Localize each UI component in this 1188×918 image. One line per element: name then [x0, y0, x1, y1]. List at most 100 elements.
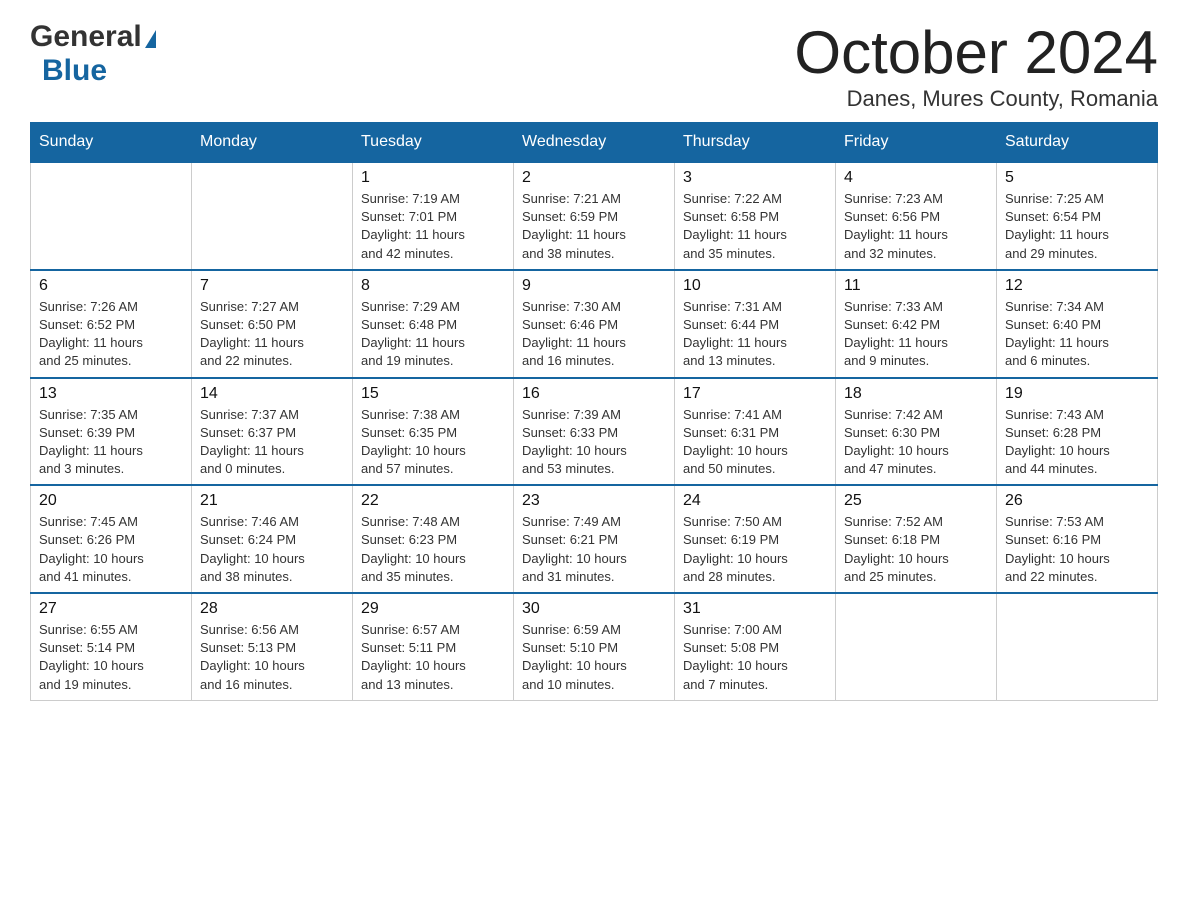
day-info: Sunrise: 6:56 AM Sunset: 5:13 PM Dayligh…	[200, 621, 344, 694]
day-info: Sunrise: 7:29 AM Sunset: 6:48 PM Dayligh…	[361, 298, 505, 371]
day-number: 5	[1005, 169, 1149, 187]
day-info: Sunrise: 7:34 AM Sunset: 6:40 PM Dayligh…	[1005, 298, 1149, 371]
day-number: 13	[39, 385, 183, 403]
day-number: 28	[200, 600, 344, 618]
day-number: 10	[683, 277, 827, 295]
day-number: 24	[683, 492, 827, 510]
calendar-week-row: 20 Sunrise: 7:45 AM Sunset: 6:26 PM Dayli…	[31, 485, 1158, 593]
table-row: 1Sunrise: 7:19 AM Sunset: 7:01 PM Daylig…	[353, 162, 514, 270]
location-title: Danes, Mures County, Romania	[794, 86, 1158, 112]
day-number: 16	[522, 385, 666, 403]
day-info: Sunrise: 7:35 AM Sunset: 6:39 PM Dayligh…	[39, 406, 183, 479]
day-number: 21	[200, 492, 344, 510]
table-row	[836, 593, 997, 700]
table-row: 12 Sunrise: 7:34 AM Sunset: 6:40 PM Dayli…	[997, 270, 1158, 378]
day-number: 18	[844, 385, 988, 403]
calendar-table: Sunday Monday Tuesday Wednesday Thursday…	[30, 122, 1158, 701]
day-number: 9	[522, 277, 666, 295]
day-info: Sunrise: 7:27 AM Sunset: 6:50 PM Dayligh…	[200, 298, 344, 371]
table-row: 29 Sunrise: 6:57 AM Sunset: 5:11 PM Dayli…	[353, 593, 514, 700]
day-number: 3	[683, 169, 827, 187]
day-number: 4	[844, 169, 988, 187]
day-info: Sunrise: 7:39 AM Sunset: 6:33 PM Dayligh…	[522, 406, 666, 479]
day-info: Sunrise: 7:33 AM Sunset: 6:42 PM Dayligh…	[844, 298, 988, 371]
table-row: 23 Sunrise: 7:49 AM Sunset: 6:21 PM Dayli…	[514, 485, 675, 593]
day-number: 31	[683, 600, 827, 618]
day-info: Sunrise: 7:42 AM Sunset: 6:30 PM Dayligh…	[844, 406, 988, 479]
day-number: 22	[361, 492, 505, 510]
day-number: 6	[39, 277, 183, 295]
table-row: 31 Sunrise: 7:00 AM Sunset: 5:08 PM Dayli…	[675, 593, 836, 700]
table-row: 15Sunrise: 7:38 AM Sunset: 6:35 PM Dayli…	[353, 378, 514, 486]
table-row: 21 Sunrise: 7:46 AM Sunset: 6:24 PM Dayli…	[192, 485, 353, 593]
table-row: 13 Sunrise: 7:35 AM Sunset: 6:39 PM Dayli…	[31, 378, 192, 486]
day-info: Sunrise: 7:45 AM Sunset: 6:26 PM Dayligh…	[39, 513, 183, 586]
table-row: 26 Sunrise: 7:53 AM Sunset: 6:16 PM Dayli…	[997, 485, 1158, 593]
day-info: Sunrise: 7:37 AM Sunset: 6:37 PM Dayligh…	[200, 406, 344, 479]
table-row: 10 Sunrise: 7:31 AM Sunset: 6:44 PM Dayli…	[675, 270, 836, 378]
day-number: 2	[522, 169, 666, 187]
day-number: 15	[361, 385, 505, 403]
day-number: 20	[39, 492, 183, 510]
day-number: 14	[200, 385, 344, 403]
calendar-header-row: Sunday Monday Tuesday Wednesday Thursday…	[31, 123, 1158, 163]
day-info: Sunrise: 7:49 AM Sunset: 6:21 PM Dayligh…	[522, 513, 666, 586]
day-number: 29	[361, 600, 505, 618]
day-info: Sunrise: 7:23 AM Sunset: 6:56 PM Dayligh…	[844, 190, 988, 263]
col-sunday: Sunday	[31, 123, 192, 163]
day-info: Sunrise: 6:57 AM Sunset: 5:11 PM Dayligh…	[361, 621, 505, 694]
day-number: 26	[1005, 492, 1149, 510]
table-row	[192, 162, 353, 270]
day-number: 12	[1005, 277, 1149, 295]
day-number: 8	[361, 277, 505, 295]
table-row: 28 Sunrise: 6:56 AM Sunset: 5:13 PM Dayli…	[192, 593, 353, 700]
table-row: 20 Sunrise: 7:45 AM Sunset: 6:26 PM Dayli…	[31, 485, 192, 593]
day-info: Sunrise: 7:00 AM Sunset: 5:08 PM Dayligh…	[683, 621, 827, 694]
title-block: October 2024 Danes, Mures County, Romani…	[794, 20, 1158, 112]
day-number: 25	[844, 492, 988, 510]
table-row: 9 Sunrise: 7:30 AM Sunset: 6:46 PM Daylig…	[514, 270, 675, 378]
day-info: Sunrise: 7:31 AM Sunset: 6:44 PM Dayligh…	[683, 298, 827, 371]
table-row: 18 Sunrise: 7:42 AM Sunset: 6:30 PM Dayli…	[836, 378, 997, 486]
table-row: 7 Sunrise: 7:27 AM Sunset: 6:50 PM Daylig…	[192, 270, 353, 378]
day-number: 23	[522, 492, 666, 510]
table-row: 17 Sunrise: 7:41 AM Sunset: 6:31 PM Dayli…	[675, 378, 836, 486]
day-info: Sunrise: 7:43 AM Sunset: 6:28 PM Dayligh…	[1005, 406, 1149, 479]
table-row: 24Sunrise: 7:50 AM Sunset: 6:19 PM Dayli…	[675, 485, 836, 593]
day-info: Sunrise: 7:53 AM Sunset: 6:16 PM Dayligh…	[1005, 513, 1149, 586]
table-row: 25 Sunrise: 7:52 AM Sunset: 6:18 PM Dayli…	[836, 485, 997, 593]
table-row: 2 Sunrise: 7:21 AM Sunset: 6:59 PM Daylig…	[514, 162, 675, 270]
table-row: 8 Sunrise: 7:29 AM Sunset: 6:48 PM Daylig…	[353, 270, 514, 378]
day-info: Sunrise: 7:46 AM Sunset: 6:24 PM Dayligh…	[200, 513, 344, 586]
table-row: 14 Sunrise: 7:37 AM Sunset: 6:37 PM Dayli…	[192, 378, 353, 486]
day-info: Sunrise: 7:52 AM Sunset: 6:18 PM Dayligh…	[844, 513, 988, 586]
day-number: 17	[683, 385, 827, 403]
day-info: Sunrise: 7:22 AM Sunset: 6:58 PM Dayligh…	[683, 190, 827, 263]
col-monday: Monday	[192, 123, 353, 163]
day-info: Sunrise: 7:25 AM Sunset: 6:54 PM Dayligh…	[1005, 190, 1149, 263]
logo-general-text: General	[30, 20, 142, 54]
day-number: 1	[361, 169, 505, 187]
day-info: Sunrise: 7:48 AM Sunset: 6:23 PM Dayligh…	[361, 513, 505, 586]
day-info: Sunrise: 7:21 AM Sunset: 6:59 PM Dayligh…	[522, 190, 666, 263]
day-number: 7	[200, 277, 344, 295]
table-row: 19Sunrise: 7:43 AM Sunset: 6:28 PM Dayli…	[997, 378, 1158, 486]
day-info: Sunrise: 7:30 AM Sunset: 6:46 PM Dayligh…	[522, 298, 666, 371]
calendar-week-row: 6 Sunrise: 7:26 AM Sunset: 6:52 PM Daylig…	[31, 270, 1158, 378]
day-info: Sunrise: 6:59 AM Sunset: 5:10 PM Dayligh…	[522, 621, 666, 694]
col-saturday: Saturday	[997, 123, 1158, 163]
day-info: Sunrise: 7:41 AM Sunset: 6:31 PM Dayligh…	[683, 406, 827, 479]
col-thursday: Thursday	[675, 123, 836, 163]
logo-triangle-icon	[145, 30, 156, 48]
day-number: 11	[844, 277, 988, 295]
table-row: 27 Sunrise: 6:55 AM Sunset: 5:14 PM Dayli…	[31, 593, 192, 700]
logo: General Blue	[30, 20, 158, 88]
calendar-week-row: 13 Sunrise: 7:35 AM Sunset: 6:39 PM Dayli…	[31, 378, 1158, 486]
day-info: Sunrise: 7:26 AM Sunset: 6:52 PM Dayligh…	[39, 298, 183, 371]
day-info: Sunrise: 6:55 AM Sunset: 5:14 PM Dayligh…	[39, 621, 183, 694]
table-row: 5 Sunrise: 7:25 AM Sunset: 6:54 PM Daylig…	[997, 162, 1158, 270]
table-row: 4 Sunrise: 7:23 AM Sunset: 6:56 PM Daylig…	[836, 162, 997, 270]
day-number: 27	[39, 600, 183, 618]
table-row	[997, 593, 1158, 700]
month-title: October 2024	[794, 20, 1158, 86]
